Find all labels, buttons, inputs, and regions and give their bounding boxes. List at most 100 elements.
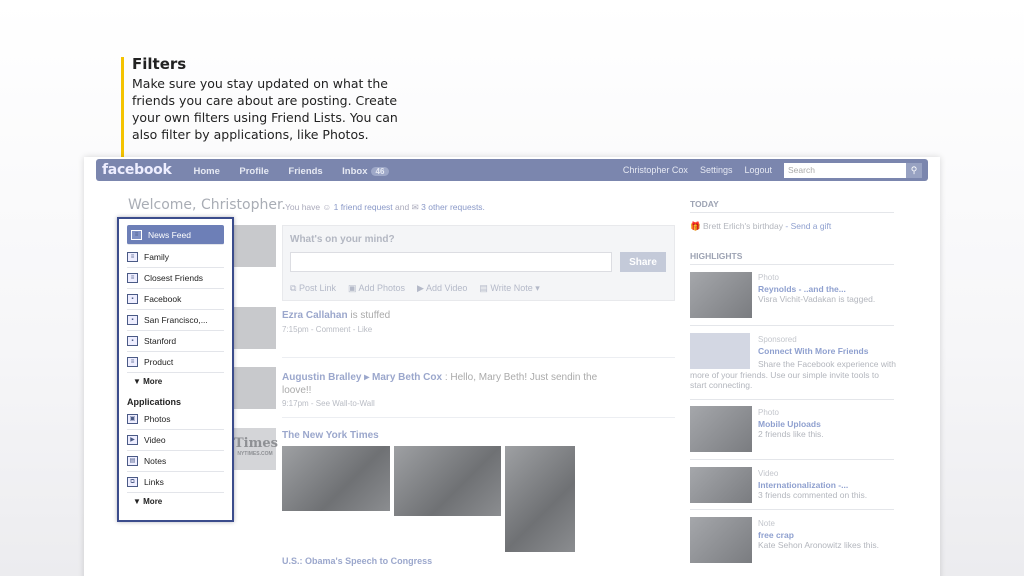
highlight-kind: Video — [758, 469, 779, 478]
network-icon: ▪ — [127, 336, 138, 346]
filter-label: Notes — [144, 456, 167, 466]
filter-label: News Feed — [148, 229, 191, 240]
requests-prefix: You have — [285, 202, 321, 212]
avatar[interactable] — [234, 225, 276, 267]
nav-user[interactable]: Christopher Cox — [623, 165, 688, 175]
filter-label: Photos — [144, 414, 171, 424]
nav-friends[interactable]: Friends — [288, 166, 322, 177]
nav-home[interactable]: Home — [194, 166, 220, 177]
status-input[interactable] — [290, 252, 612, 272]
callout-title: Filters — [132, 55, 187, 73]
requests-line: You have ☺ 1 friend request and ✉ 3 othe… — [285, 202, 485, 213]
status-composer: What's on your mind? Share ⧉ Post Link ▣… — [282, 225, 675, 301]
filter-facebook[interactable]: ▪ Facebook — [127, 289, 224, 310]
highlight-5: Note free crap Kate Sehon Aronowitz likes … — [758, 519, 898, 551]
highlight-title[interactable]: Reynolds - ..and the... — [758, 284, 898, 295]
friend-request-count[interactable]: 1 — [334, 202, 339, 212]
story-1-action: is stuffed — [350, 310, 391, 321]
story-1-meta: 7:15pm - Comment - Like — [282, 325, 373, 334]
story-photo[interactable] — [394, 446, 501, 516]
divider — [690, 399, 894, 400]
notes-icon: ▤ — [127, 456, 138, 466]
divider — [690, 509, 894, 510]
highlight-title[interactable]: Connect With More Friends — [758, 346, 898, 357]
birthday-line: 🎁 Brett Erlich's birthday - Send a gift — [690, 221, 900, 232]
filter-san-francisco[interactable]: ▪ San Francisco,... — [127, 310, 224, 331]
list-icon: ≡ — [127, 357, 138, 367]
video-icon: ▶ — [127, 435, 138, 445]
filters-more-link[interactable]: ▼ More — [127, 373, 224, 389]
divider — [690, 459, 894, 460]
story-2-author[interactable]: Augustin Bralley ▸ Mary Beth Cox — [282, 372, 442, 383]
top-nav-bar: facebook Home Profile Friends Inbox 46 Ch… — [96, 159, 928, 181]
story-3-author[interactable]: The New York Times — [282, 430, 379, 441]
highlight-title[interactable]: Mobile Uploads — [758, 419, 898, 430]
highlight-desc: 3 friends commented on this. — [758, 490, 868, 500]
story-caption[interactable]: U.S.: Obama's Speech to Congress — [282, 556, 432, 566]
highlight-kind: Photo — [758, 408, 779, 417]
filter-notes[interactable]: ▤ Notes — [127, 451, 224, 472]
write-note-label: Write Note — [490, 283, 533, 293]
filter-photos[interactable]: ▣ Photos — [127, 409, 224, 430]
filter-label: Stanford — [144, 336, 177, 346]
story-photo[interactable] — [505, 446, 575, 552]
post-link-label: Post Link — [298, 283, 336, 293]
nav-inbox[interactable]: Inbox 46 — [342, 166, 390, 177]
filter-label: Facebook — [144, 294, 182, 304]
other-requests-link[interactable]: other requests. — [428, 202, 485, 212]
friend-request-icon: ☺ — [322, 202, 332, 212]
nav-logout[interactable]: Logout — [744, 165, 772, 175]
filter-news-feed[interactable]: ≡ News Feed — [127, 225, 224, 245]
nytimes-logo-text: Times — [234, 436, 278, 451]
highlight-thumbnail[interactable] — [690, 517, 752, 563]
filters-panel: ≡ News Feed ≡ Family ≡ Closest Friends ▪ Fac… — [117, 217, 234, 522]
story-1-author[interactable]: Ezra Callahan — [282, 310, 348, 321]
highlight-1: Photo Reynolds - ..and the... Visra Vichit… — [758, 273, 898, 305]
filter-closest-friends[interactable]: ≡ Closest Friends — [127, 268, 224, 289]
friend-request-link[interactable]: friend request — [341, 202, 393, 212]
highlight-thumbnail[interactable] — [690, 406, 752, 452]
write-note-button[interactable]: ▤ Write Note ▾ — [479, 283, 539, 294]
story-2-action-cont: loove!! — [282, 385, 312, 396]
search-input[interactable]: Search — [784, 162, 906, 178]
add-video-button[interactable]: ▶ Add Video — [417, 283, 467, 294]
filter-video[interactable]: ▶ Video — [127, 430, 224, 451]
birthday-text: Brett Erlich's birthday — [702, 221, 784, 231]
filter-family[interactable]: ≡ Family — [127, 247, 224, 268]
search-icon[interactable]: ⚲ — [906, 162, 922, 178]
facebook-logo[interactable]: facebook — [102, 162, 172, 178]
story-avatar[interactable] — [234, 307, 276, 349]
story-avatar[interactable] — [234, 367, 276, 409]
divider — [282, 357, 675, 358]
story-photo[interactable] — [282, 446, 390, 511]
filter-product[interactable]: ≡ Product — [127, 352, 224, 373]
nytimes-logo[interactable]: Times NYTIMES.COM — [234, 428, 278, 470]
nav-inbox-label: Inbox — [342, 166, 368, 177]
divider — [282, 417, 675, 418]
network-icon: ▪ — [127, 294, 138, 304]
network-icon: ▪ — [127, 315, 138, 325]
add-photos-button[interactable]: ▣ Add Photos — [348, 283, 405, 294]
send-gift-link[interactable]: - Send a gift — [785, 221, 831, 231]
links-icon: ⧉ — [127, 477, 138, 487]
nav-profile[interactable]: Profile — [239, 166, 269, 177]
apps-more-link[interactable]: ▼ More — [127, 493, 224, 509]
highlight-desc: 2 friends like this. — [758, 429, 824, 439]
post-link-button[interactable]: ⧉ Post Link — [290, 283, 336, 294]
story-2-action: : Hello, Mary Beth! Just sendin the — [444, 372, 598, 383]
divider — [690, 325, 894, 326]
nytimes-logo-subtext: NYTIMES.COM — [237, 451, 273, 457]
highlight-title[interactable]: Internationalization -... — [758, 480, 898, 491]
highlight-title[interactable]: free crap — [758, 530, 898, 541]
highlight-thumbnail[interactable] — [690, 272, 752, 318]
list-icon: ≡ — [127, 252, 138, 262]
filter-links[interactable]: ⧉ Links — [127, 472, 224, 493]
news-feed-icon: ≡ — [131, 229, 142, 240]
nav-settings[interactable]: Settings — [700, 165, 733, 175]
share-button[interactable]: Share — [620, 252, 666, 272]
other-request-count[interactable]: 3 — [421, 202, 426, 212]
video-thumbnail[interactable] — [690, 467, 752, 503]
filter-stanford[interactable]: ▪ Stanford — [127, 331, 224, 352]
highlight-4: Video Internationalization -... 3 friends … — [758, 469, 898, 501]
filter-label: Closest Friends — [144, 273, 204, 283]
